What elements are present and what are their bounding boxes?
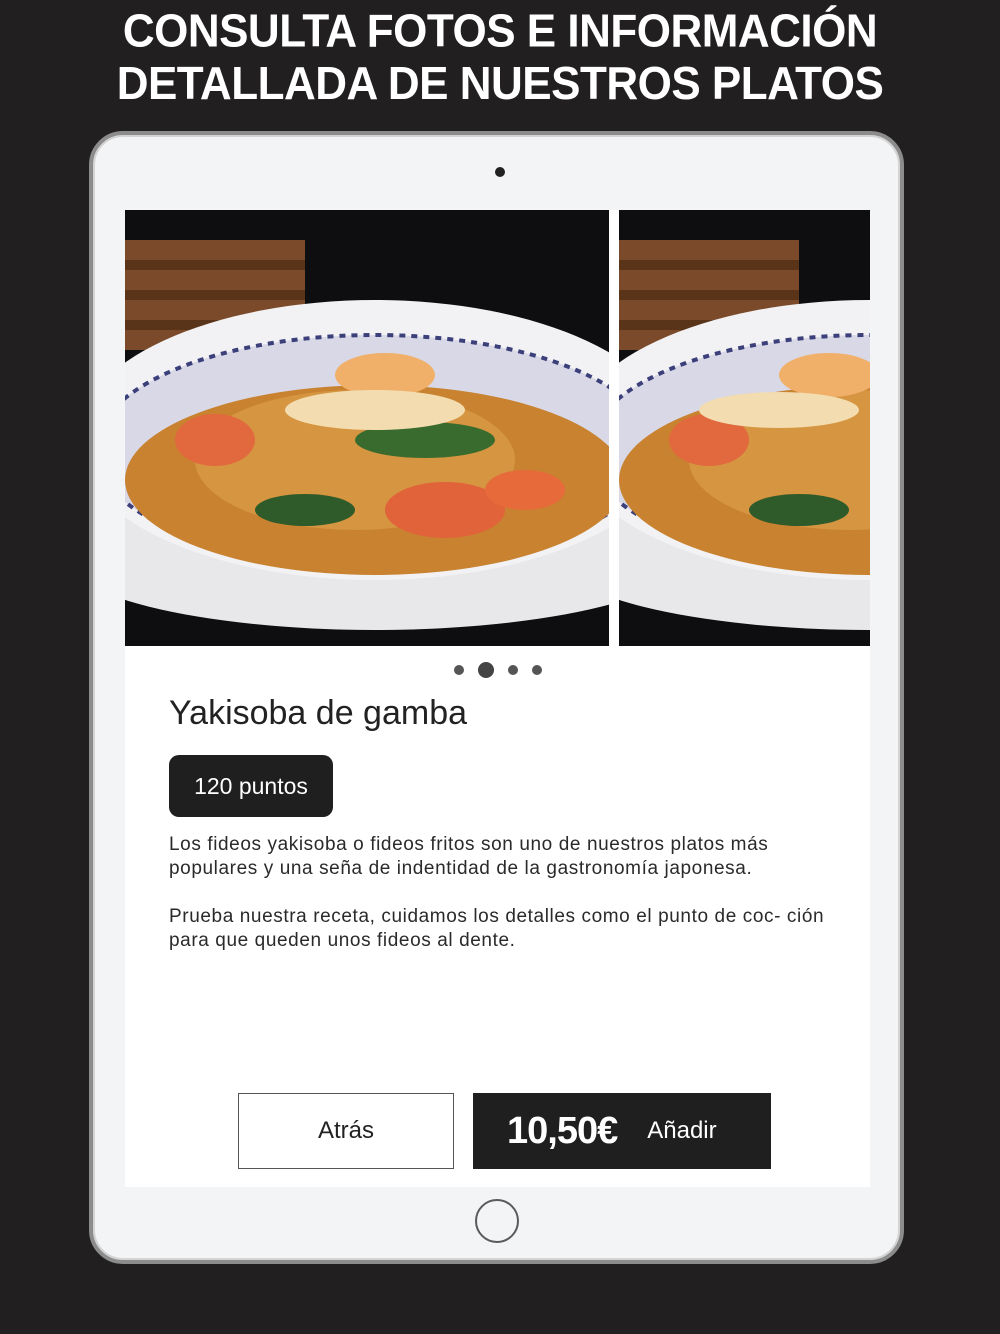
pagination-dot[interactable] xyxy=(531,665,542,675)
tablet-frame: Yakisoba de gamba 120 puntos Los fideos … xyxy=(89,131,904,1264)
headline-line-2: DETALLADA DE NUESTROS PLATOS xyxy=(116,58,884,110)
headline-line-1: CONSULTA FOTOS E INFORMACIÓN xyxy=(122,5,878,57)
dish-photo-next[interactable] xyxy=(619,210,870,646)
pagination-dot[interactable] xyxy=(453,665,464,675)
description-paragraph-2: Prueba nuestra receta, cuidamos los deta… xyxy=(169,906,825,951)
add-to-order-button[interactable]: 10,50€ Añadir xyxy=(473,1093,771,1169)
back-button[interactable]: Atrás xyxy=(238,1093,454,1169)
dish-title: Yakisoba de gamba xyxy=(169,694,468,732)
photo-gallery[interactable] xyxy=(125,210,870,646)
add-label: Añadir xyxy=(647,1117,717,1144)
dish-description: Los fideos yakisoba o fideos fritos son … xyxy=(169,833,829,953)
app-screen: Yakisoba de gamba 120 puntos Los fideos … xyxy=(125,210,870,1187)
gallery-pagination xyxy=(125,660,870,680)
points-badge: 120 puntos xyxy=(169,755,333,817)
dish-photo-current[interactable] xyxy=(125,210,609,646)
pagination-dot-active[interactable] xyxy=(477,662,494,678)
home-button[interactable] xyxy=(475,1199,519,1243)
description-paragraph-1: Los fideos yakisoba o fideos fritos son … xyxy=(169,834,769,879)
price-label: 10,50€ xyxy=(507,1109,618,1152)
camera-icon xyxy=(495,167,505,177)
promo-headline: CONSULTA FOTOS E INFORMACIÓN DETALLADA D… xyxy=(0,6,1000,111)
pagination-dot[interactable] xyxy=(507,665,518,675)
